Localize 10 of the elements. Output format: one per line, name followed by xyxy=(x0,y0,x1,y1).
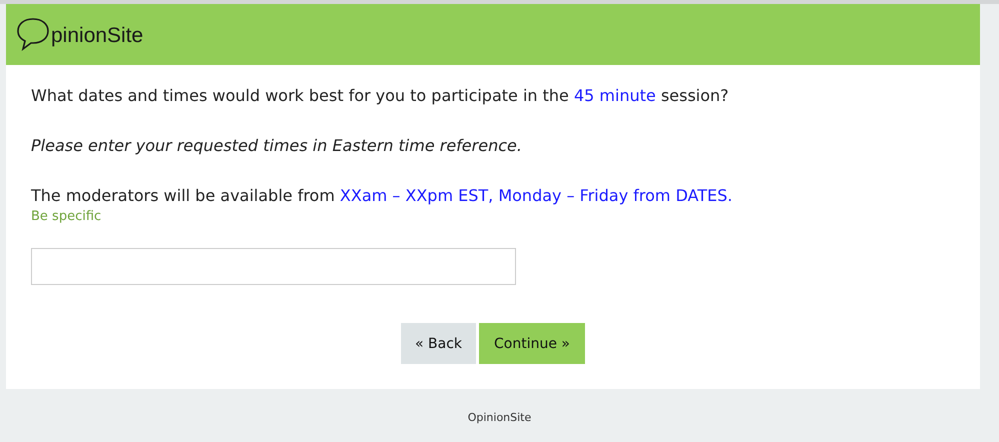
speech-bubble-icon xyxy=(16,16,50,54)
continue-button[interactable]: Continue » xyxy=(479,323,585,364)
logo-text: pinionSite xyxy=(51,24,144,48)
back-button[interactable]: « Back xyxy=(401,323,476,364)
availability-text: The moderators will be available from XXam – XXpm EST, Monday – Friday from DATES. xyxy=(31,185,734,207)
footer-text: OpinionSite xyxy=(466,411,532,424)
instruction-text: Please enter your requested times in Eastern time reference. xyxy=(31,135,523,157)
question-text: What dates and times would work best for you to participate in the 45 minute session? xyxy=(31,85,730,107)
answer-field[interactable] xyxy=(31,248,516,285)
hint-text: Be specific xyxy=(31,209,102,224)
